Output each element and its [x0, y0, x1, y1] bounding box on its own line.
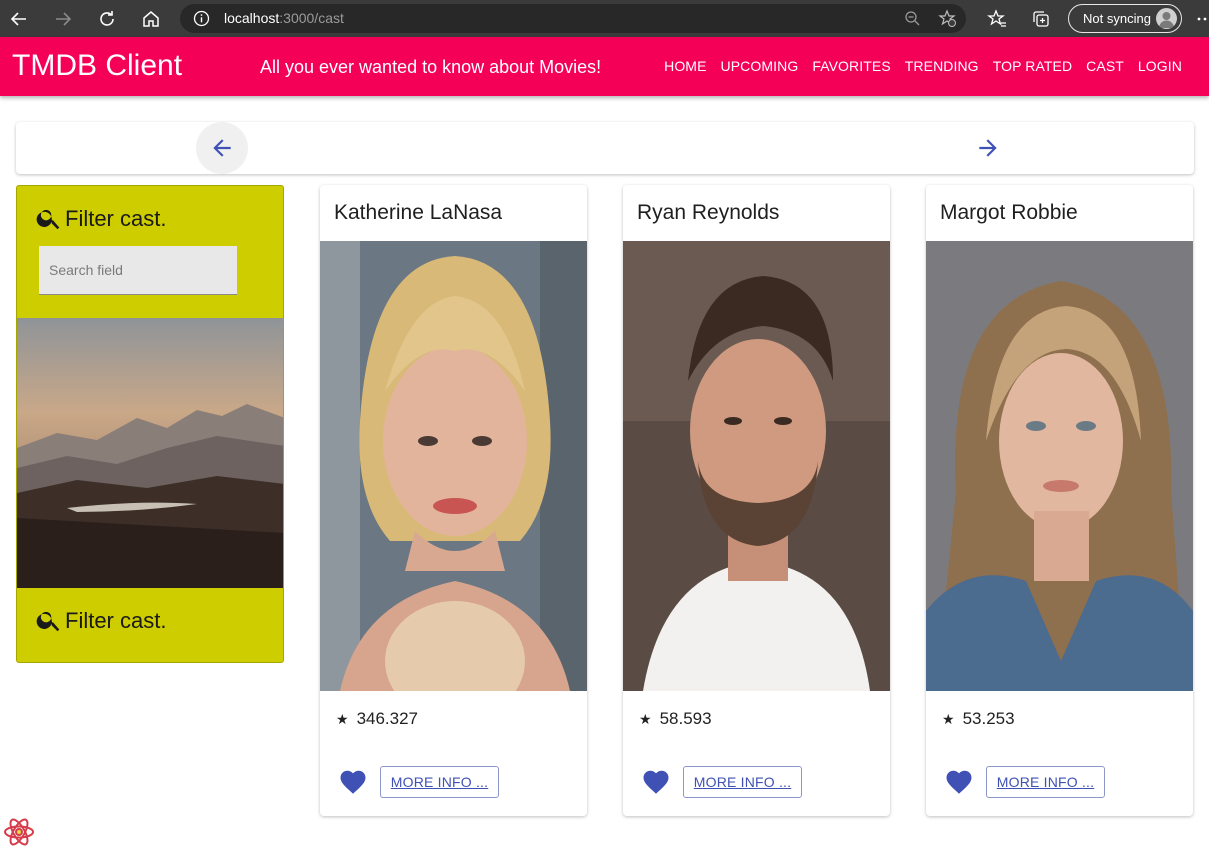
- search-input[interactable]: [39, 246, 237, 295]
- heart-icon: [340, 770, 366, 794]
- arrow-left-icon: [213, 139, 231, 157]
- zoom-icon[interactable]: [904, 10, 921, 32]
- cast-name: Ryan Reynolds: [637, 201, 780, 224]
- favorites-button[interactable]: [984, 6, 1010, 32]
- profile-sync-button[interactable]: Not syncing: [1068, 4, 1182, 33]
- filter-heading: Filter cast.: [35, 204, 166, 232]
- heart-icon: [643, 770, 669, 794]
- home-button[interactable]: [138, 6, 164, 32]
- cast-name: Katherine LaNasa: [334, 201, 503, 224]
- star-icon: ★: [639, 710, 652, 727]
- search-icon: [36, 611, 60, 632]
- address-bar[interactable]: localhost:3000/cast: [180, 4, 966, 33]
- cast-portrait[interactable]: [623, 241, 890, 691]
- arrow-right-icon: [979, 139, 997, 157]
- menu-login[interactable]: LOGIN: [1131, 58, 1189, 74]
- popularity: ★ 346.327: [336, 709, 419, 728]
- sync-label: Not syncing: [1083, 11, 1151, 26]
- brand-title[interactable]: TMDB Client: [12, 49, 182, 83]
- menu-home[interactable]: HOME: [657, 58, 713, 74]
- pagination-bar: [16, 122, 1194, 174]
- avatar: [1156, 8, 1177, 29]
- ellipsis-icon: [1197, 17, 1207, 21]
- favorite-button[interactable]: [641, 767, 671, 797]
- main-menu: HOME UPCOMING FAVORITES TRENDING TOP RAT…: [657, 58, 1189, 74]
- star-icon: ★: [336, 710, 349, 727]
- refresh-button[interactable]: [94, 6, 120, 32]
- favorite-button[interactable]: [338, 767, 368, 797]
- refresh-icon: [100, 11, 114, 26]
- star-icon: ★: [942, 710, 955, 727]
- more-info-button[interactable]: MORE INFO ...: [380, 766, 499, 798]
- cast-portrait[interactable]: [926, 241, 1193, 691]
- cast-name: Margot Robbie: [940, 201, 1078, 224]
- favorites-star-icon: [987, 9, 1006, 27]
- react-devtools-icon[interactable]: [2, 815, 36, 849]
- tagline: All you ever wanted to know about Movies…: [260, 57, 602, 77]
- filter-card: Filter cast. Filter cast.: [16, 185, 284, 663]
- url-text: localhost:3000/cast: [224, 10, 344, 26]
- next-page-button[interactable]: [962, 122, 1014, 174]
- cast-card: Katherine LaNasa ★ 346.327 MORE INFO ...: [320, 185, 587, 816]
- add-favorite-icon[interactable]: [938, 9, 957, 33]
- more-info-button[interactable]: MORE INFO ...: [683, 766, 802, 798]
- collections-icon: [1033, 11, 1049, 27]
- more-info-button[interactable]: MORE INFO ...: [986, 766, 1105, 798]
- popularity: ★ 53.253: [942, 709, 1015, 728]
- more-menu-button[interactable]: [1196, 6, 1209, 32]
- menu-trending[interactable]: TRENDING: [898, 58, 986, 74]
- home-icon: [143, 11, 159, 27]
- search-icon: [36, 209, 60, 230]
- menu-top-rated[interactable]: TOP RATED: [986, 58, 1079, 74]
- heart-icon: [946, 770, 972, 794]
- favorite-button[interactable]: [944, 767, 974, 797]
- browser-toolbar: localhost:3000/cast Not syncing: [0, 0, 1209, 37]
- prev-page-button[interactable]: [196, 122, 248, 174]
- cast-card: Ryan Reynolds ★ 58.593 MORE INFO ...: [623, 185, 890, 816]
- landscape-image: [17, 318, 283, 588]
- arrow-left-icon: [10, 12, 26, 26]
- cast-card: Margot Robbie ★ 53.253 MORE INFO ...: [926, 185, 1193, 816]
- app-header: TMDB Client All you ever wanted to know …: [0, 37, 1209, 96]
- info-icon[interactable]: [193, 10, 210, 32]
- menu-cast[interactable]: CAST: [1079, 58, 1131, 74]
- filter-footer-heading: Filter cast.: [35, 606, 166, 634]
- cast-portrait[interactable]: [320, 241, 587, 691]
- arrow-right-icon: [56, 12, 72, 26]
- menu-upcoming[interactable]: UPCOMING: [714, 58, 806, 74]
- back-button[interactable]: [6, 6, 32, 32]
- collections-button[interactable]: [1028, 6, 1054, 32]
- popularity: ★ 58.593: [639, 709, 712, 728]
- forward-button[interactable]: [50, 6, 76, 32]
- menu-favorites[interactable]: FAVORITES: [805, 58, 897, 74]
